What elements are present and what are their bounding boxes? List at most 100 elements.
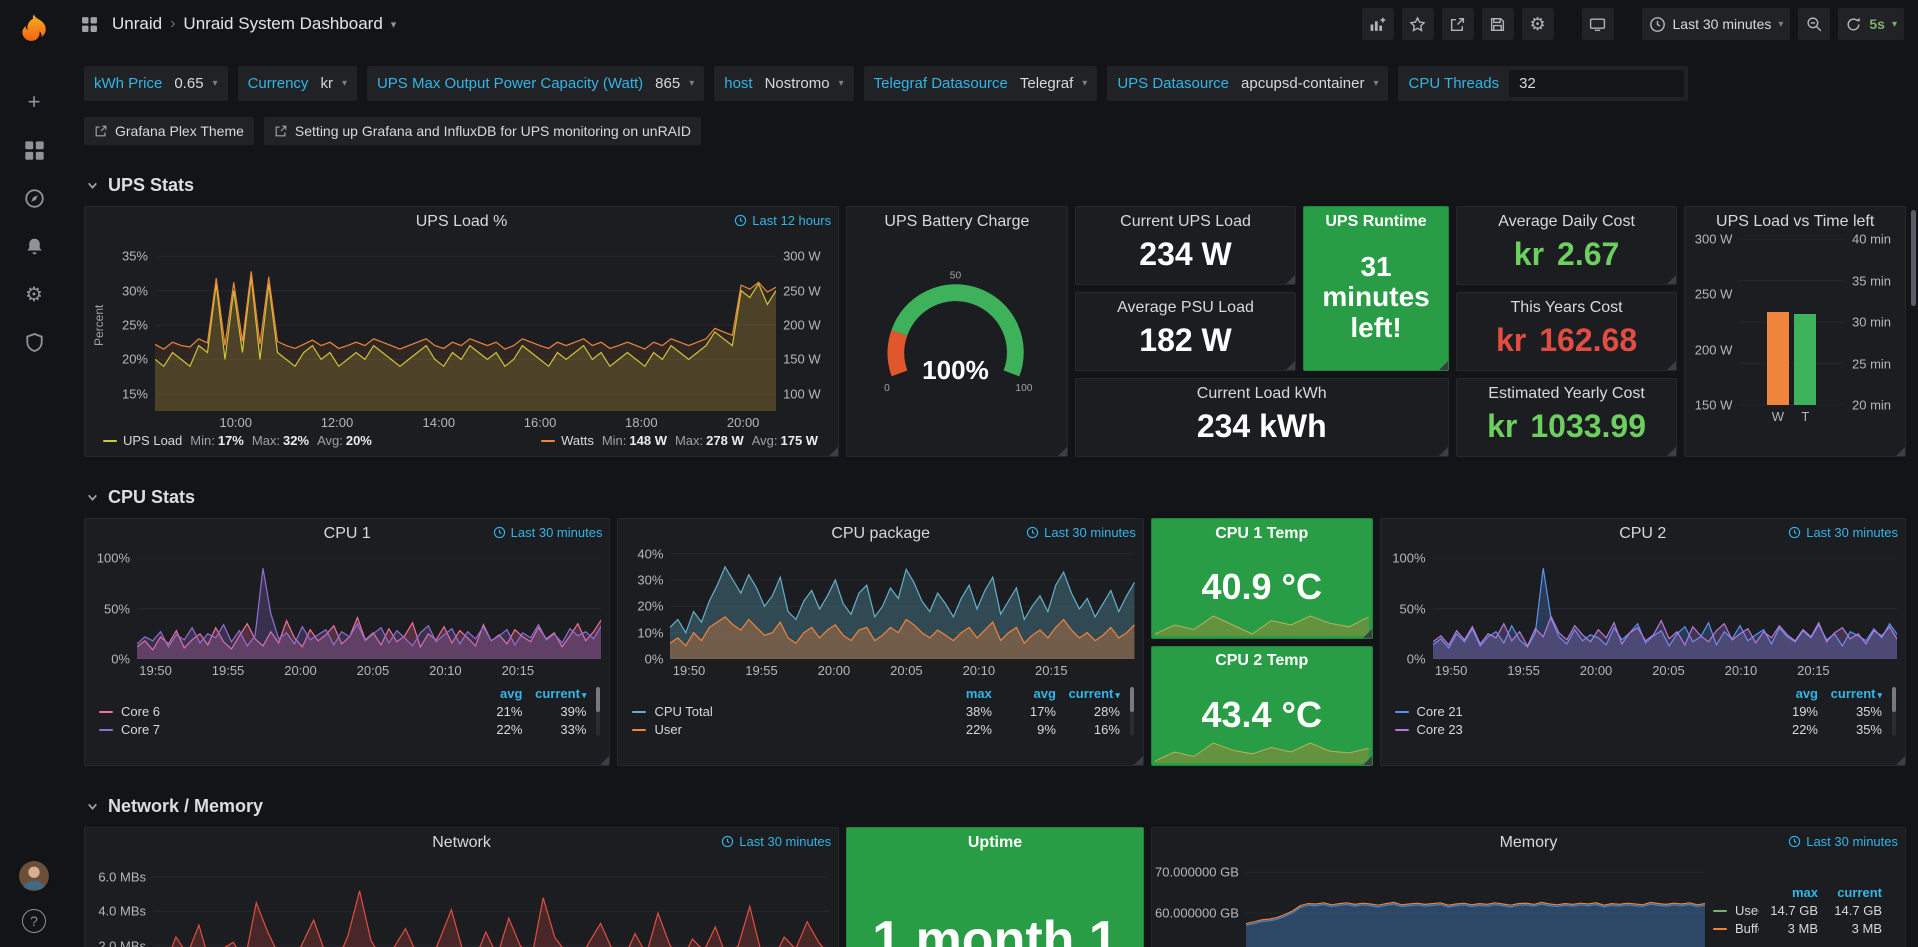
panel-title[interactable]: CPU package (831, 525, 930, 543)
panel-title[interactable]: Average PSU Load (1117, 299, 1254, 317)
legend-column-header[interactable]: current (1823, 884, 1887, 901)
panel-title[interactable]: Current UPS Load (1120, 213, 1251, 231)
time-range-picker[interactable]: Last 30 minutes ▾ (1642, 8, 1791, 40)
legend-scrollbar[interactable] (1130, 687, 1134, 736)
cpu-threads-input[interactable]: 32 (1509, 70, 1684, 97)
configuration-gear-icon[interactable]: ⚙ (11, 272, 57, 316)
variable-host[interactable]: host Nostromo▾ (714, 66, 853, 101)
legend-series[interactable]: WattsMin:148 WMax:278 WAvg:175 W (541, 433, 818, 448)
x-axis-tick: 20:10 (963, 663, 996, 678)
panel-title[interactable]: UPS Load % (416, 213, 508, 231)
variable-telegraf-datasource[interactable]: Telegraf Datasource Telegraf▾ (864, 66, 1098, 101)
variable-label: Telegraf Datasource (864, 75, 1018, 92)
breadcrumb-folder[interactable]: Unraid (112, 14, 162, 34)
legend-scrollbar[interactable] (1892, 687, 1896, 736)
panel-title[interactable]: Estimated Yearly Cost (1488, 385, 1645, 403)
dashboard-grid-icon[interactable] (74, 9, 104, 39)
dashboard-title[interactable]: Unraid System Dashboard (183, 14, 382, 34)
x-axis-tick: 19:55 (1507, 663, 1540, 678)
legend-series[interactable]: User (632, 721, 932, 738)
alerting-bell-icon[interactable] (11, 224, 57, 268)
legend-series[interactable]: Core 21 (1395, 703, 1759, 720)
variable-value-dropdown[interactable]: 0.65▾ (172, 75, 227, 92)
legend-series[interactable]: Core 6 (99, 703, 463, 720)
section-header-ups-stats[interactable]: UPS Stats (86, 175, 1906, 196)
panel-title[interactable]: CPU 1 (324, 525, 371, 543)
panel-title[interactable]: Uptime (968, 834, 1022, 852)
panel-time-range-link[interactable]: Last 30 minutes (1788, 525, 1898, 540)
variable-value-dropdown[interactable]: kr▾ (318, 75, 357, 92)
refresh-button[interactable]: 5s ▾ (1838, 8, 1904, 40)
legend-column-header[interactable]: avg (997, 685, 1061, 702)
explore-compass-icon[interactable] (11, 176, 57, 220)
legend-column-header[interactable]: current▾ (1823, 685, 1887, 702)
section-header-cpu-stats[interactable]: CPU Stats (86, 487, 1906, 508)
panel-title[interactable]: This Years Cost (1511, 299, 1623, 317)
dashboard-settings-gear-icon[interactable]: ⚙ (1522, 8, 1554, 40)
legend-column-header[interactable]: avg (1759, 685, 1823, 702)
legend-column-header[interactable]: avg (463, 685, 527, 702)
panel-title[interactable]: UPS Battery Charge (884, 213, 1029, 231)
legend-series[interactable]: Used (1713, 902, 1759, 919)
variable-value-dropdown[interactable]: Telegraf▾ (1018, 75, 1097, 92)
variable-value-dropdown[interactable]: apcupsd-container▾ (1239, 75, 1388, 92)
panel-title[interactable]: UPS Load vs Time left (1716, 213, 1874, 231)
create-plus-icon[interactable]: + (11, 80, 57, 124)
variable-ups-datasource[interactable]: UPS Datasource apcupsd-container▾ (1107, 66, 1388, 101)
panel-time-range-link[interactable]: Last 30 minutes (721, 834, 831, 849)
panel-header: UPS Load % Last 12 hours (85, 207, 838, 233)
panel-title[interactable]: Network (432, 834, 491, 852)
share-button[interactable] (1442, 8, 1474, 40)
panel-time-range-link[interactable]: Last 30 minutes (493, 525, 603, 540)
panel-title[interactable]: CPU 2 (1619, 525, 1666, 543)
legend-series[interactable]: Buffered (1713, 920, 1759, 937)
legend-series[interactable]: CPU Total (632, 703, 932, 720)
grafana-logo-icon[interactable] (14, 12, 54, 52)
help-icon[interactable]: ? (22, 909, 46, 933)
section-header-network-memory[interactable]: Network / Memory (86, 796, 1906, 817)
dashboard-link-ups-guide[interactable]: Setting up Grafana and InfluxDB for UPS … (264, 117, 701, 145)
panel-title[interactable]: CPU 2 Temp (1215, 652, 1308, 670)
refresh-interval-label[interactable]: 5s (1869, 16, 1885, 32)
legend-series[interactable]: UPS LoadMin:17%Max:32%Avg:20% (103, 433, 372, 448)
dashboard-link-plex-theme[interactable]: Grafana Plex Theme (84, 117, 254, 145)
panel-ups-runtime: UPS Runtime 31 minutes left! (1303, 206, 1448, 371)
series-color-dash (541, 440, 555, 442)
zoom-out-button[interactable] (1798, 8, 1830, 40)
add-panel-button[interactable] (1362, 8, 1394, 40)
user-avatar[interactable] (19, 861, 49, 891)
legend-scrollbar[interactable] (596, 687, 600, 736)
panel-time-range-link[interactable]: Last 12 hours (734, 213, 831, 228)
page-scrollbar[interactable] (1911, 210, 1916, 306)
axis-tick: 250 W (783, 283, 821, 298)
panel-title[interactable]: Current Load kWh (1197, 385, 1327, 403)
server-admin-shield-icon[interactable] (11, 320, 57, 364)
star-button[interactable] (1402, 8, 1434, 40)
dashboards-icon[interactable] (11, 128, 57, 172)
legend-series[interactable]: Core 23 (1395, 721, 1759, 738)
legend-column-header[interactable]: current▾ (527, 685, 591, 702)
legend-column-header[interactable]: current▾ (1061, 685, 1125, 702)
legend-column-header[interactable]: max (1759, 884, 1823, 901)
variable-cpu-threads[interactable]: CPU Threads 32 (1398, 66, 1688, 101)
variable-value-dropdown[interactable]: Nostromo▾ (763, 75, 854, 92)
panel-time-range-link[interactable]: Last 30 minutes (1026, 525, 1136, 540)
cycle-view-monitor-icon[interactable] (1582, 8, 1614, 40)
save-dashboard-button[interactable] (1482, 8, 1514, 40)
variable-kwh-price[interactable]: kWh Price 0.65▾ (84, 66, 228, 101)
panel-title[interactable]: UPS Runtime (1325, 213, 1426, 231)
panel-time-range-link[interactable]: Last 30 minutes (1788, 834, 1898, 849)
panel-title[interactable]: Average Daily Cost (1498, 213, 1635, 231)
variable-value-dropdown[interactable]: 865▾ (653, 75, 704, 92)
variable-ups-max-output[interactable]: UPS Max Output Power Capacity (Watt) 865… (367, 66, 704, 101)
panel-title[interactable]: Memory (1500, 834, 1558, 852)
panel-title[interactable]: CPU 1 Temp (1215, 525, 1308, 543)
title-caret-down-icon[interactable]: ▾ (391, 18, 397, 31)
sort-caret-icon: ▾ (1877, 690, 1882, 700)
legend-series[interactable]: Core 7 (99, 721, 463, 738)
variable-currency[interactable]: Currency kr▾ (238, 66, 357, 101)
legend-column-header[interactable]: max (933, 685, 997, 702)
dashboard-content: kWh Price 0.65▾ Currency kr▾ UPS Max Out… (68, 48, 1918, 947)
series-color-dash (1395, 711, 1409, 713)
stat-value: 1 month 1 (847, 910, 1143, 947)
